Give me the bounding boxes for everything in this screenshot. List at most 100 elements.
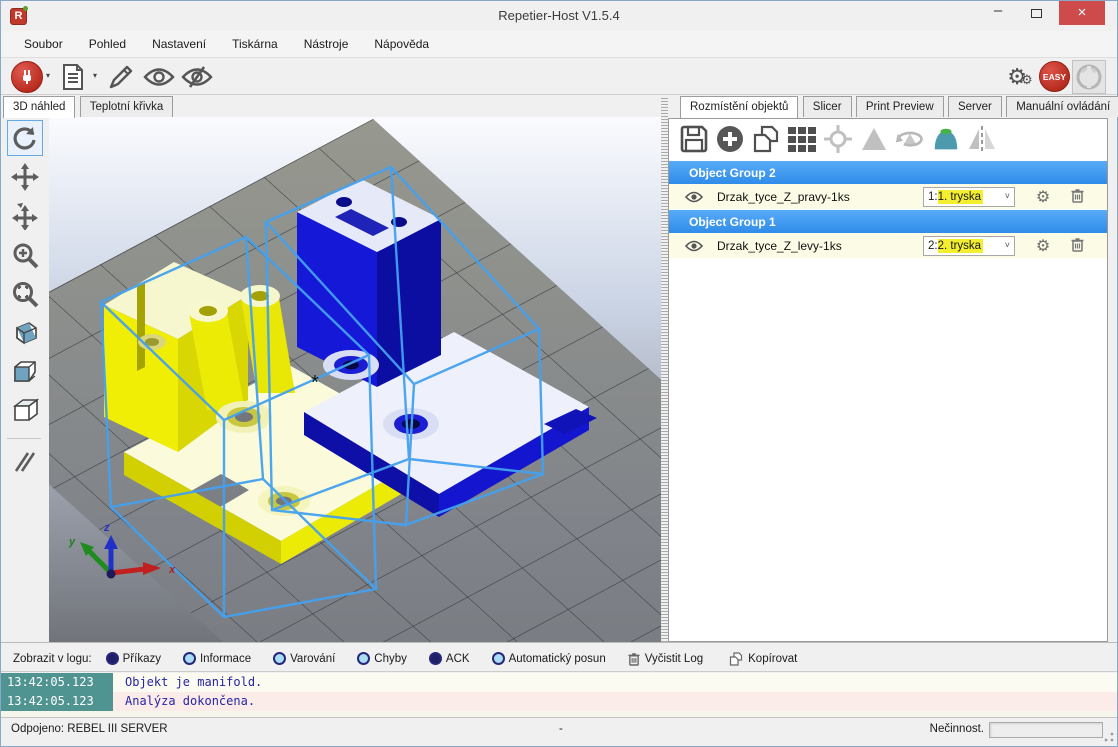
easy-mode-button[interactable]: EASY — [1039, 61, 1070, 92]
toggle-label: ACK — [446, 653, 470, 665]
scale-object-button[interactable] — [859, 124, 889, 154]
tab-slicer[interactable]: Slicer — [803, 96, 852, 117]
tab-teplotni-krivka[interactable]: Teplotní křivka — [80, 96, 174, 117]
vertical-splitter[interactable] — [661, 96, 668, 642]
menu-napoveda[interactable]: Nápověda — [361, 31, 442, 57]
center-object-button[interactable] — [823, 124, 853, 154]
title-bar: R Repetier-Host V1.5.4 – × — [1, 1, 1117, 31]
toggle-dot-icon — [357, 652, 370, 665]
view-isometric-button[interactable] — [7, 315, 43, 351]
load-dropdown[interactable]: ▾ — [93, 71, 97, 80]
tab-manualni-ovladani[interactable]: Manuální ovládání — [1006, 96, 1118, 117]
clear-log-label: Vyčistit Log — [645, 653, 703, 665]
object-settings-button[interactable]: ⚙ — [1029, 236, 1057, 256]
rotate-view-button[interactable] — [7, 120, 43, 156]
axis-z-label: z — [103, 522, 110, 534]
extruder-prefix: 1: — [928, 191, 938, 203]
floppy-icon — [680, 125, 708, 153]
mirror-object-icon — [967, 125, 997, 153]
delete-object-button[interactable] — [1057, 188, 1097, 206]
connect-button[interactable] — [11, 61, 43, 93]
status-center: - — [559, 723, 563, 735]
grid-icon — [787, 124, 817, 154]
log-view[interactable]: 13:42:05.123 Objekt je manifold. 13:42:0… — [1, 673, 1117, 717]
tab-rozmisteni-objektu[interactable]: Rozmístění objektů — [680, 96, 798, 118]
emergency-stop-button[interactable] — [1072, 60, 1106, 94]
toggle-commands[interactable]: Příkazy — [106, 652, 161, 665]
hide-travel-button[interactable] — [181, 61, 213, 93]
toggle-info[interactable]: Informace — [183, 652, 251, 665]
menu-nastaveni[interactable]: Nastavení — [139, 31, 219, 57]
axis-y-label: y — [68, 536, 76, 548]
object-name: Drzak_tyce_Z_levy-1ks — [717, 239, 923, 253]
tab-3d-nahled[interactable]: 3D náhled — [3, 96, 75, 118]
printer-state: Nečinnost. — [930, 723, 984, 735]
visibility-eye-icon[interactable] — [685, 191, 703, 203]
toggle-errors[interactable]: Chyby — [357, 652, 407, 665]
log-row: 13:42:05.123 Objekt je manifold. — [1, 673, 1117, 692]
zoom-fit-icon — [12, 281, 39, 308]
toggle-autoscroll[interactable]: Automatický posun — [492, 652, 606, 665]
maximize-button[interactable] — [1021, 1, 1051, 25]
load-button[interactable] — [57, 61, 89, 93]
delete-object-button[interactable] — [1057, 237, 1097, 255]
menu-pohled[interactable]: Pohled — [76, 31, 139, 57]
move-view-button[interactable] — [7, 159, 43, 195]
toggle-dot-icon — [429, 652, 442, 665]
menu-tiskarna[interactable]: Tiskárna — [219, 31, 291, 57]
printer-settings-button[interactable]: ⚙⚙ — [998, 61, 1036, 93]
copy-object-button[interactable] — [751, 124, 781, 154]
log-message: Objekt je manifold. — [113, 673, 1117, 692]
main-toolbar: ▾ ▾ — [1, 58, 1117, 95]
toggle-label: Informace — [200, 653, 251, 665]
extruder-select[interactable]: 2:2. tryska ˅ — [923, 236, 1015, 256]
toggle-label: Příkazy — [123, 653, 161, 665]
save-stl-button[interactable] — [679, 124, 709, 154]
clear-log-button[interactable]: Vyčistit Log — [628, 652, 703, 666]
autoposition-button[interactable] — [787, 124, 817, 154]
close-button[interactable]: × — [1059, 1, 1105, 25]
mirror-object-button[interactable] — [967, 124, 997, 154]
toggle-dot-icon — [492, 652, 505, 665]
zoom-in-button[interactable] — [7, 237, 43, 273]
minimize-button[interactable]: – — [983, 1, 1013, 25]
add-object-button[interactable] — [715, 124, 745, 154]
extruder-select[interactable]: 1:1. tryska ˅ — [923, 187, 1015, 207]
connection-status: Odpojeno: REBEL III SERVER — [11, 723, 168, 735]
menu-nastroje[interactable]: Nástroje — [291, 31, 362, 57]
toggle-label: Automatický posun — [509, 653, 606, 665]
tab-print-preview[interactable]: Print Preview — [856, 96, 944, 117]
resize-grip[interactable] — [1103, 731, 1115, 743]
toggle-label: Chyby — [374, 653, 407, 665]
edit-gcode-button[interactable] — [105, 61, 137, 93]
toggle-warnings[interactable]: Varování — [273, 652, 335, 665]
menu-soubor[interactable]: Soubor — [11, 31, 76, 57]
maximize-icon — [1031, 9, 1042, 18]
object-settings-button[interactable]: ⚙ — [1029, 187, 1057, 207]
cut-object-button[interactable] — [931, 124, 961, 154]
toggle-projection-button[interactable] — [7, 444, 43, 480]
object-group-header[interactable]: Object Group 1 — [669, 209, 1107, 233]
object-row[interactable]: Drzak_tyce_Z_levy-1ks 2:2. tryska ˅ ⚙ — [669, 233, 1107, 258]
connect-dropdown[interactable]: ▾ — [46, 71, 50, 80]
easy-label: EASY — [1043, 72, 1066, 82]
object-row[interactable]: Drzak_tyce_Z_pravy-1ks 1:1. tryska ˅ ⚙ — [669, 184, 1107, 209]
rotate-object-button[interactable] — [895, 124, 925, 154]
view-top-button[interactable] — [7, 393, 43, 429]
visibility-eye-icon[interactable] — [685, 240, 703, 252]
toggle-ack[interactable]: ACK — [429, 652, 470, 665]
copy-log-button[interactable]: Kopírovat — [729, 652, 797, 666]
viewport-tool-strip — [1, 118, 49, 642]
zoom-fit-button[interactable] — [7, 276, 43, 312]
viewport-3d[interactable]: * x y z — [49, 117, 661, 642]
scene-3d: * x y z — [49, 117, 661, 642]
menu-bar: Soubor Pohled Nastavení Tiskárna Nástroj… — [1, 31, 1117, 58]
show-filament-button[interactable] — [143, 61, 175, 93]
trash-icon — [628, 652, 640, 666]
cube-top-icon — [11, 398, 39, 424]
stop-knob-icon — [1076, 64, 1102, 90]
tab-server[interactable]: Server — [948, 96, 1002, 117]
move-object-button[interactable] — [7, 198, 43, 234]
object-group-header[interactable]: Object Group 2 — [669, 160, 1107, 184]
view-front-button[interactable] — [7, 354, 43, 390]
